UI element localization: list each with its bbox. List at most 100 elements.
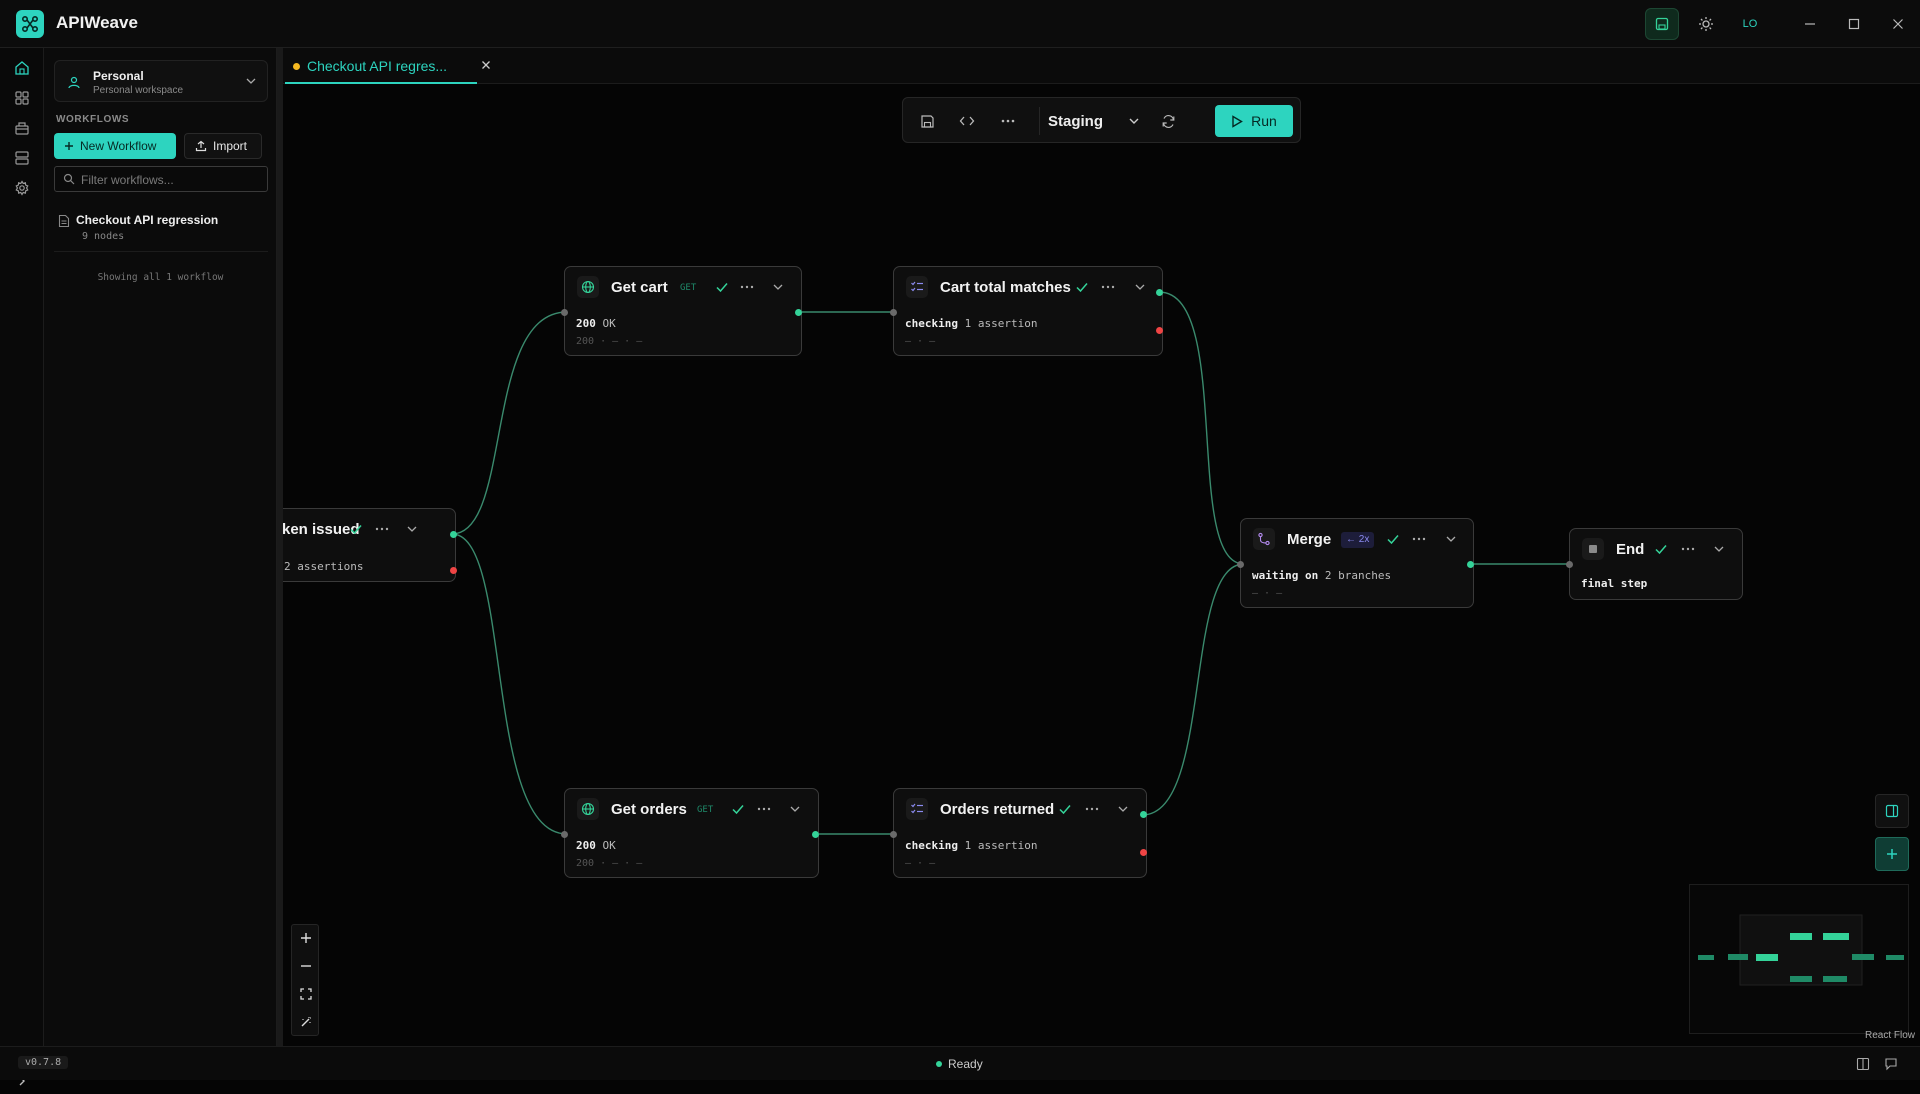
node-token-issued[interactable]: ken issued 2 assertions <box>283 508 457 582</box>
chevron-down-icon[interactable] <box>1133 280 1147 294</box>
status-code: 200 <box>576 317 596 330</box>
node-more-button[interactable] <box>1412 528 1426 544</box>
node-more-button[interactable] <box>740 276 754 292</box>
input-handle[interactable] <box>1566 561 1573 568</box>
environment-value: Staging <box>1048 112 1103 130</box>
status-code: 200 <box>576 839 596 852</box>
workflow-list-item[interactable]: Checkout API regression 9 nodes <box>54 208 268 252</box>
workflow-node-count: 9 nodes <box>82 231 125 242</box>
node-more-button[interactable] <box>375 518 389 534</box>
plus-icon <box>301 933 311 943</box>
node-more-button[interactable] <box>1681 538 1695 554</box>
success-handle[interactable] <box>1467 561 1474 568</box>
feedback-icon[interactable] <box>1884 1057 1898 1071</box>
database-icon[interactable] <box>12 148 32 168</box>
node-orders-returned[interactable]: Orders returned checking 1 assertion — ·… <box>890 788 1147 878</box>
input-handle[interactable] <box>890 309 897 316</box>
home-icon[interactable] <box>12 58 32 78</box>
chevron-down-icon[interactable] <box>771 280 785 294</box>
import-button[interactable]: Import <box>184 133 262 159</box>
ellipsis-icon <box>757 807 771 811</box>
save-status-button[interactable] <box>1645 8 1679 40</box>
status-bar: v0.7.8 Ready <box>0 1046 1920 1080</box>
chevron-down-icon[interactable] <box>1444 532 1458 546</box>
fit-view-button[interactable] <box>292 981 320 1007</box>
minimap-node <box>1698 955 1714 960</box>
settings-icon[interactable] <box>12 178 32 198</box>
node-more-button[interactable] <box>1085 798 1099 814</box>
failure-handle[interactable] <box>1156 327 1163 334</box>
minimize-button[interactable] <box>1798 12 1822 36</box>
package-icon[interactable] <box>12 118 32 138</box>
assertion-detail: 1 assertion <box>964 317 1038 330</box>
app-name: APIWeave <box>56 13 138 32</box>
check-icon <box>1387 535 1399 545</box>
toggle-panel-button[interactable] <box>1875 794 1909 828</box>
input-handle[interactable] <box>561 831 568 838</box>
zoom-out-button[interactable] <box>292 953 320 979</box>
success-handle[interactable] <box>1140 811 1147 818</box>
minimap-node <box>1790 933 1812 940</box>
user-avatar[interactable]: LO <box>1733 8 1767 40</box>
node-end[interactable]: End final step <box>1566 528 1743 600</box>
end-label: final step <box>1581 577 1648 590</box>
minimap[interactable] <box>1689 884 1909 1034</box>
filter-workflows-input[interactable] <box>81 171 261 189</box>
zoom-in-button[interactable] <box>292 925 320 951</box>
success-handle[interactable] <box>450 531 457 538</box>
node-more-button[interactable] <box>757 798 771 814</box>
title-bar: APIWeave LO <box>0 0 1920 48</box>
tab-checkout-api-regression[interactable]: Checkout API regres... <box>285 48 477 84</box>
auto-layout-button[interactable] <box>292 1009 320 1035</box>
success-handle[interactable] <box>812 831 819 838</box>
code-view-button[interactable] <box>957 111 977 131</box>
node-get-orders[interactable]: Get orders GET 200 OK 200 · — · — <box>561 788 819 878</box>
merge-detail: 2 branches <box>1324 569 1392 582</box>
node-more-button[interactable] <box>1101 276 1115 292</box>
chevron-down-icon[interactable] <box>788 802 802 816</box>
edge-token-to-get-orders <box>451 533 568 835</box>
input-handle[interactable] <box>1237 561 1244 568</box>
assertion-meta: — · — <box>905 336 936 347</box>
maximize-button[interactable] <box>1842 12 1866 36</box>
workspace-subtitle: Personal workspace <box>93 85 184 96</box>
grid-icon[interactable] <box>12 88 32 108</box>
close-icon <box>482 61 490 69</box>
input-handle[interactable] <box>890 831 897 838</box>
minimize-icon <box>1805 23 1815 25</box>
run-button[interactable]: Run <box>1215 105 1293 137</box>
chevron-down-icon[interactable] <box>1712 542 1726 556</box>
more-options-button[interactable] <box>998 111 1018 131</box>
react-flow-attribution[interactable]: React Flow <box>1865 1030 1915 1041</box>
chevron-down-icon[interactable] <box>1116 802 1130 816</box>
file-icon <box>58 214 70 228</box>
add-node-button[interactable] <box>1875 837 1909 871</box>
status-indicator: Ready <box>936 1057 983 1071</box>
theme-toggle-button[interactable] <box>1689 8 1723 40</box>
failure-handle[interactable] <box>1140 849 1147 856</box>
merge-meta: — · — <box>1252 588 1283 599</box>
refresh-button[interactable] <box>1158 111 1178 131</box>
input-handle[interactable] <box>561 309 568 316</box>
merge-summary: waiting on 2 branches <box>1252 569 1391 582</box>
node-merge[interactable]: Merge ← 2x waiting on 2 branches — · — <box>1237 518 1474 608</box>
minimap-node <box>1790 976 1812 982</box>
node-get-cart[interactable]: Get cart GET 200 OK 200 · — · — <box>561 266 802 356</box>
environment-select[interactable]: Staging <box>1039 107 1139 135</box>
workspace-switcher[interactable]: Personal Personal workspace <box>54 60 268 102</box>
workflow-canvas[interactable]: Staging Run ken issued 2 assertions Get … <box>283 84 1920 1046</box>
success-handle[interactable] <box>1156 289 1163 296</box>
status-text: Ready <box>948 1057 983 1071</box>
node-cart-total-matches[interactable]: Cart total matches checking 1 assertion … <box>890 266 1163 356</box>
layout-icon[interactable] <box>1856 1057 1870 1071</box>
close-window-button[interactable] <box>1886 12 1910 36</box>
node-summary: 2 assertions <box>284 560 364 573</box>
ellipsis-icon <box>375 527 389 531</box>
minimap-graphic <box>1698 914 1904 986</box>
chevron-down-icon[interactable] <box>405 522 419 536</box>
success-handle[interactable] <box>795 309 802 316</box>
save-workflow-button[interactable] <box>917 111 937 131</box>
failure-handle[interactable] <box>450 567 457 574</box>
close-tab-button[interactable] <box>481 58 491 73</box>
new-workflow-button[interactable]: New Workflow <box>54 133 176 159</box>
